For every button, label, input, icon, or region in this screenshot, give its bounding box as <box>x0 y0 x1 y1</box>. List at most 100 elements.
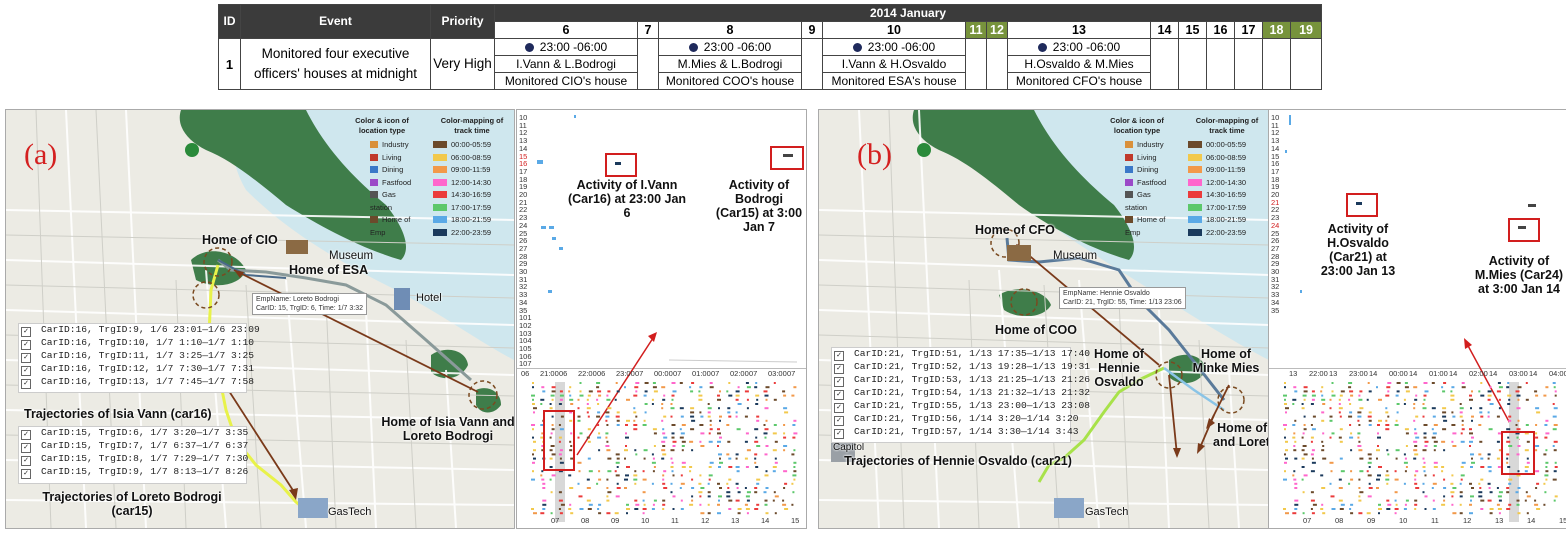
checkbox-icon[interactable]: ✓ <box>834 377 844 387</box>
map-panel-b[interactable]: (b) Color & icon of location type Indust… <box>818 109 1270 529</box>
activity-mark <box>1350 470 1353 473</box>
list-item[interactable]: ✓ CarID:21, TrgID:53, 1/13 21:25—1/13 21:… <box>832 374 1090 387</box>
activity-mark <box>533 411 535 414</box>
checkbox-icon[interactable]: ✓ <box>21 353 31 363</box>
activity-mark <box>569 503 572 506</box>
activity-mark <box>1284 453 1286 456</box>
list-item[interactable]: ✓ CarID:15, TrgID:8, 1/7 7:29—1/7 7:30 <box>19 453 248 466</box>
checkbox-icon[interactable]: ✓ <box>834 351 844 361</box>
activity-mark <box>1284 428 1286 431</box>
activity-mark <box>1432 508 1436 510</box>
checkbox-icon[interactable]: ✓ <box>834 416 844 426</box>
list-item[interactable]: ✓ CarID:16, TrgID:12, 1/7 7:30—1/7 7:31 <box>19 363 254 376</box>
activity-mark <box>615 415 620 418</box>
list-item[interactable]: ✓ CarID:16, TrgID:13, 1/7 7:45—1/7 7:58 <box>19 376 254 389</box>
activity-mark <box>1535 470 1540 473</box>
activity-mark <box>1395 449 1400 452</box>
list-item[interactable]: ✓ CarID:21, TrgID:51, 1/13 17:35—1/13 17:… <box>832 348 1090 361</box>
scatter-panel-b[interactable]: 10 11 12 13 14 15 16 17 18 19 20 21 22 23 24 25 26 27 28 29… <box>1268 109 1566 529</box>
activity-mark <box>1294 508 1298 510</box>
activity-mark <box>1478 453 1482 456</box>
checkbox-icon[interactable]: ✓ <box>21 469 31 479</box>
activity-mark <box>1508 398 1511 401</box>
activity-mark <box>1479 407 1483 410</box>
activity-mark <box>1349 390 1354 393</box>
activity-mark <box>663 470 667 473</box>
list-item[interactable]: ✓ CarID:21, TrgID:57, 1/14 3:30—1/14 3:43 <box>832 426 1079 439</box>
scatter-panel-a[interactable]: 10 11 12 13 14 15 16 17 18 19 20 21 22 23 24 25 26 27 28 29… <box>516 109 807 529</box>
activity-mark <box>633 424 638 426</box>
list-item[interactable]: ✓ CarID:15, TrgID:7, 1/7 6:37—1/7 6:37 <box>19 440 248 453</box>
activity-mark <box>1331 432 1335 435</box>
checkbox-icon[interactable]: ✓ <box>21 327 31 337</box>
activity-mark <box>1508 419 1512 422</box>
checkbox-icon[interactable]: ✓ <box>834 403 844 413</box>
activity-mark <box>1471 457 1473 460</box>
x-tick: 07 <box>1303 516 1312 525</box>
checkbox-icon[interactable]: ✓ <box>834 364 844 374</box>
activity-mark <box>606 487 609 489</box>
activity-mark <box>679 436 684 439</box>
activity-mark <box>615 461 620 464</box>
activity-mark <box>764 428 769 431</box>
activity-mark <box>784 508 789 510</box>
list-item[interactable]: ✓ CarID:15, TrgID:9, 1/7 8:13—1/7 8:26 <box>19 466 248 479</box>
cell-people-8: M.Mies & L.Bodrogi <box>658 55 802 73</box>
activity-mark <box>1525 382 1528 384</box>
activity-mark <box>719 436 722 439</box>
trajectory-list-car21[interactable]: ✓ CarID:21, TrgID:51, 1/13 17:35—1/13 17:… <box>831 347 1090 443</box>
activity-mark <box>754 491 758 494</box>
trajectory-list-car15[interactable]: ✓ CarID:15, TrgID:6, 1/7 3:20—1/7 3:35 ✓ Ca… <box>18 426 248 484</box>
checkbox-icon[interactable]: ✓ <box>834 429 844 439</box>
activity-mark <box>698 398 703 401</box>
activity-mark <box>700 445 705 447</box>
checkbox-icon[interactable]: ✓ <box>21 366 31 376</box>
activity-mark <box>700 415 704 418</box>
activity-mark <box>1498 491 1503 494</box>
activity-mark <box>606 478 609 481</box>
checkbox-icon[interactable]: ✓ <box>21 430 31 440</box>
activity-mark <box>1534 390 1538 393</box>
activity-mark <box>644 411 647 414</box>
activity-mark <box>1367 495 1372 498</box>
list-item[interactable]: ✓ CarID:21, TrgID:52, 1/13 19:28—1/13 19:… <box>832 361 1090 374</box>
activity-mark <box>651 461 656 464</box>
activity-mark <box>1302 445 1307 447</box>
checkbox-icon[interactable]: ✓ <box>834 390 844 400</box>
activity-mark <box>1526 512 1529 515</box>
color-swatch <box>1188 191 1202 198</box>
activity-mark <box>614 470 617 473</box>
activity-mark <box>633 411 637 414</box>
activity-mark <box>1358 449 1363 452</box>
activity-mark <box>1310 436 1314 439</box>
checkbox-icon[interactable]: ✓ <box>21 456 31 466</box>
activity-mark <box>531 394 535 397</box>
activity-mark <box>550 512 553 515</box>
list-item[interactable]: ✓ CarID:21, TrgID:55, 1/13 23:00—1/13 23:… <box>832 400 1090 413</box>
x-tick: 07 <box>635 369 644 378</box>
activity-mark <box>635 453 638 456</box>
activity-mark <box>1535 424 1538 426</box>
checkbox-icon[interactable]: ✓ <box>21 443 31 453</box>
map-panel-a[interactable]: (a) Color & icon of location type Indust… <box>5 109 515 529</box>
activity-mark <box>1322 457 1327 460</box>
list-item[interactable]: ✓ CarID:21, TrgID:56, 1/14 3:20—1/14 3:20 <box>832 413 1079 426</box>
activity-mark <box>719 461 723 464</box>
activity-mark <box>1405 445 1408 447</box>
list-item[interactable]: ✓ CarID:16, TrgID:11, 1/7 3:25—1/7 3:25 <box>19 350 254 363</box>
activity-mark <box>1377 432 1379 435</box>
activity-mark <box>644 390 648 393</box>
activity-mark <box>1404 382 1408 384</box>
activity-mark <box>1470 499 1472 502</box>
activity-mark <box>607 390 611 393</box>
checkbox-icon[interactable]: ✓ <box>21 340 31 350</box>
activity-mark <box>1385 424 1390 426</box>
list-item[interactable]: ✓ CarID:16, TrgID:10, 1/7 1:10—1/7 1:10 <box>19 337 254 350</box>
list-item[interactable]: ✓ CarID:21, TrgID:54, 1/13 21:32—1/13 21:… <box>832 387 1090 400</box>
list-item[interactable]: ✓ CarID:15, TrgID:6, 1/7 3:20—1/7 3:35 <box>19 427 248 440</box>
activity-mark <box>728 508 732 510</box>
checkbox-icon[interactable]: ✓ <box>21 379 31 389</box>
trajectory-list-car16[interactable]: ✓ CarID:16, TrgID:9, 1/6 23:01—1/6 23:09 ✓… <box>18 323 260 393</box>
activity-mark <box>662 474 665 477</box>
list-item[interactable]: ✓ CarID:16, TrgID:9, 1/6 23:01—1/6 23:09 <box>19 324 260 337</box>
